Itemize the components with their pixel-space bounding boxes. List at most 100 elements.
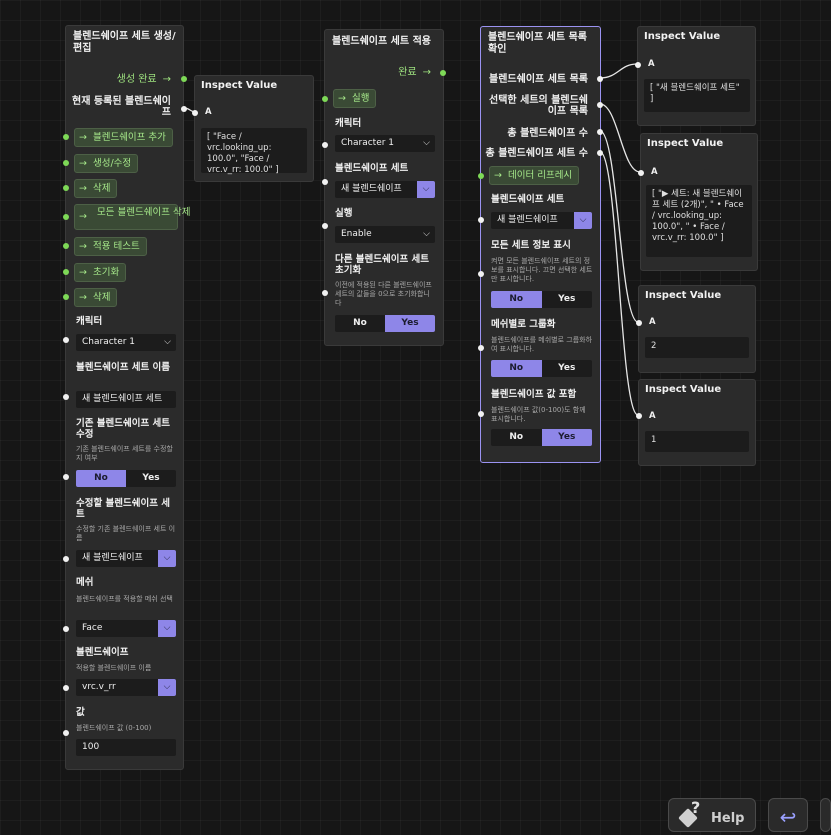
- exec-in-port[interactable]: [63, 160, 69, 166]
- data-in-port[interactable]: [63, 474, 69, 480]
- data-in-port[interactable]: [63, 685, 69, 691]
- chevron-down-icon[interactable]: ⌵: [417, 181, 435, 198]
- exec-in-port[interactable]: [63, 294, 69, 300]
- data-out-port[interactable]: [597, 129, 603, 135]
- exec-in-port[interactable]: [63, 134, 69, 140]
- exec-arrow-icon: →: [79, 211, 87, 222]
- toggle-no[interactable]: No: [491, 360, 542, 377]
- node-inspect-value-3[interactable]: Inspect Value A [ "▶ 세트: 새 블렌드쉐이프 세트 (2개…: [638, 133, 758, 271]
- set-select[interactable]: 새 블렌드쉐이프 ⌵: [491, 212, 592, 229]
- target-set-desc: 수정할 기존 블렌드쉐이프 세트 이름: [76, 525, 176, 542]
- reset-button[interactable]: → 초기화: [74, 263, 127, 282]
- include-values-desc: 블렌드쉐이프 값(0-100)도 함께 표시합니다.: [491, 406, 586, 423]
- data-in-port[interactable]: [478, 217, 484, 223]
- inspect-value-display: [ "새 블렌드쉐이프 세트" ]: [644, 79, 750, 112]
- node-blendshape-set-list[interactable]: 블렌드쉐이프 세트 목록 확인 블렌드쉐이프 세트 목록 선택한 세트의 블렌드…: [478, 26, 603, 463]
- run-label: 실행: [335, 208, 353, 219]
- chevron-down-icon[interactable]: ⌵: [158, 620, 176, 637]
- reset-others-toggle[interactable]: No Yes: [335, 315, 435, 332]
- output-complete: 완료 →: [398, 67, 431, 78]
- port-label-a: A: [205, 107, 212, 117]
- create-modify-button[interactable]: → 생성/수정: [74, 154, 139, 173]
- character-select[interactable]: Character 1 ⌵: [335, 135, 435, 152]
- node-inspect-value-5[interactable]: Inspect Value A 1: [636, 379, 756, 466]
- data-in-port[interactable]: [638, 170, 644, 176]
- reset-others-desc: 이전에 적용된 다른 블렌드쉐이프 세트의 값들을 0으로 초기화합니다: [335, 281, 432, 307]
- data-in-port[interactable]: [478, 271, 484, 277]
- help-button[interactable]: ? Help: [668, 798, 756, 832]
- toggle-no[interactable]: No: [76, 470, 126, 487]
- modify-existing-toggle[interactable]: No Yes: [76, 470, 176, 487]
- undo-button[interactable]: ↩: [768, 798, 808, 832]
- character-select[interactable]: Character 1 ⌵: [76, 334, 176, 351]
- data-in-port[interactable]: [322, 179, 328, 185]
- exec-out-port[interactable]: [440, 70, 446, 76]
- node-inspect-value-1[interactable]: Inspect Value A [ "Face / vrc.looking_up…: [192, 75, 314, 182]
- include-values-toggle[interactable]: No Yes: [491, 429, 592, 446]
- exec-in-port[interactable]: [63, 214, 69, 220]
- data-in-port[interactable]: [635, 62, 641, 68]
- target-set-select[interactable]: 새 블렌드쉐이프 ⌵: [76, 550, 176, 567]
- delete-button-2[interactable]: → 삭제: [74, 288, 118, 307]
- data-out-port[interactable]: [597, 150, 603, 156]
- node-inspect-value-4[interactable]: Inspect Value A 2: [636, 285, 756, 373]
- target-set-label: 수정할 블렌드쉐이프 세트: [76, 498, 171, 520]
- value-input[interactable]: 100: [76, 739, 176, 756]
- add-blendshape-button[interactable]: → 블렌드쉐이프 추가: [74, 128, 173, 147]
- data-out-port[interactable]: [181, 106, 187, 112]
- data-in-port[interactable]: [63, 730, 69, 736]
- exec-out-port[interactable]: [181, 76, 187, 82]
- exec-in-port[interactable]: [63, 185, 69, 191]
- exec-in-port[interactable]: [322, 96, 328, 102]
- set-name-input[interactable]: 새 블렌드쉐이프 세트: [76, 391, 176, 408]
- show-all-toggle[interactable]: No Yes: [491, 291, 592, 308]
- exec-arrow-icon: →: [79, 158, 87, 169]
- data-in-port[interactable]: [63, 556, 69, 562]
- set-select[interactable]: 새 블렌드쉐이프 ⌵: [335, 181, 435, 198]
- data-in-port[interactable]: [63, 394, 69, 400]
- apply-test-button[interactable]: → 적용 테스트: [74, 237, 147, 256]
- run-select[interactable]: Enable ⌵: [335, 226, 435, 243]
- node-blendshape-set-apply[interactable]: 블렌드쉐이프 세트 적용 완료 → → 실행 캐릭터 Character 1 ⌵ 블렌…: [322, 29, 446, 346]
- toggle-no[interactable]: No: [335, 315, 385, 332]
- toggle-no[interactable]: No: [491, 429, 542, 446]
- exec-in-port[interactable]: [478, 173, 484, 179]
- chevron-down-icon[interactable]: ⌵: [158, 550, 176, 567]
- toolbar-overflow-button[interactable]: [820, 798, 831, 832]
- chevron-down-icon[interactable]: ⌵: [574, 212, 592, 229]
- node-blendshape-set-create-edit[interactable]: 블렌드쉐이프 세트 생성/편집 생성 완료 → 현재 등록된 블렌드쉐이프 → 블렌…: [63, 25, 190, 770]
- toggle-yes[interactable]: Yes: [126, 470, 176, 487]
- group-by-mesh-toggle[interactable]: No Yes: [491, 360, 592, 377]
- toggle-no[interactable]: No: [491, 291, 542, 308]
- data-in-port[interactable]: [478, 345, 484, 351]
- toggle-yes[interactable]: Yes: [385, 315, 435, 332]
- toggle-yes[interactable]: Yes: [541, 429, 592, 446]
- data-in-port[interactable]: [478, 411, 484, 417]
- reset-others-label: 다른 블렌드쉐이프 세트 초기화: [335, 254, 430, 276]
- data-in-port[interactable]: [636, 413, 642, 419]
- exec-arrow-icon: →: [79, 267, 87, 278]
- character-label: 캐릭터: [76, 316, 103, 327]
- delete-button[interactable]: → 삭제: [74, 179, 118, 198]
- data-in-port[interactable]: [63, 337, 69, 343]
- toggle-yes[interactable]: Yes: [541, 291, 592, 308]
- chevron-down-icon[interactable]: ⌵: [158, 679, 176, 696]
- blendshape-select[interactable]: vrc.v_rr ⌵: [76, 679, 176, 696]
- data-in-port[interactable]: [63, 626, 69, 632]
- data-in-port[interactable]: [322, 223, 328, 229]
- data-refresh-button[interactable]: → 데이터 리프레시: [489, 166, 580, 185]
- exec-in-port[interactable]: [63, 269, 69, 275]
- execute-button[interactable]: → 실행: [333, 89, 377, 108]
- data-out-port[interactable]: [597, 76, 603, 82]
- data-in-port[interactable]: [322, 290, 328, 296]
- port-label-a: A: [648, 59, 655, 69]
- delete-all-blendshapes-button[interactable]: → 모든 블렌드쉐이프 삭제: [74, 204, 190, 230]
- data-in-port[interactable]: [192, 110, 198, 116]
- data-in-port[interactable]: [322, 142, 328, 148]
- exec-in-port[interactable]: [63, 243, 69, 249]
- data-in-port[interactable]: [636, 320, 642, 326]
- toggle-yes[interactable]: Yes: [541, 360, 592, 377]
- data-out-port[interactable]: [597, 102, 603, 108]
- mesh-select[interactable]: Face ⌵: [76, 620, 176, 637]
- node-inspect-value-2[interactable]: Inspect Value A [ "새 블렌드쉐이프 세트" ]: [635, 26, 756, 126]
